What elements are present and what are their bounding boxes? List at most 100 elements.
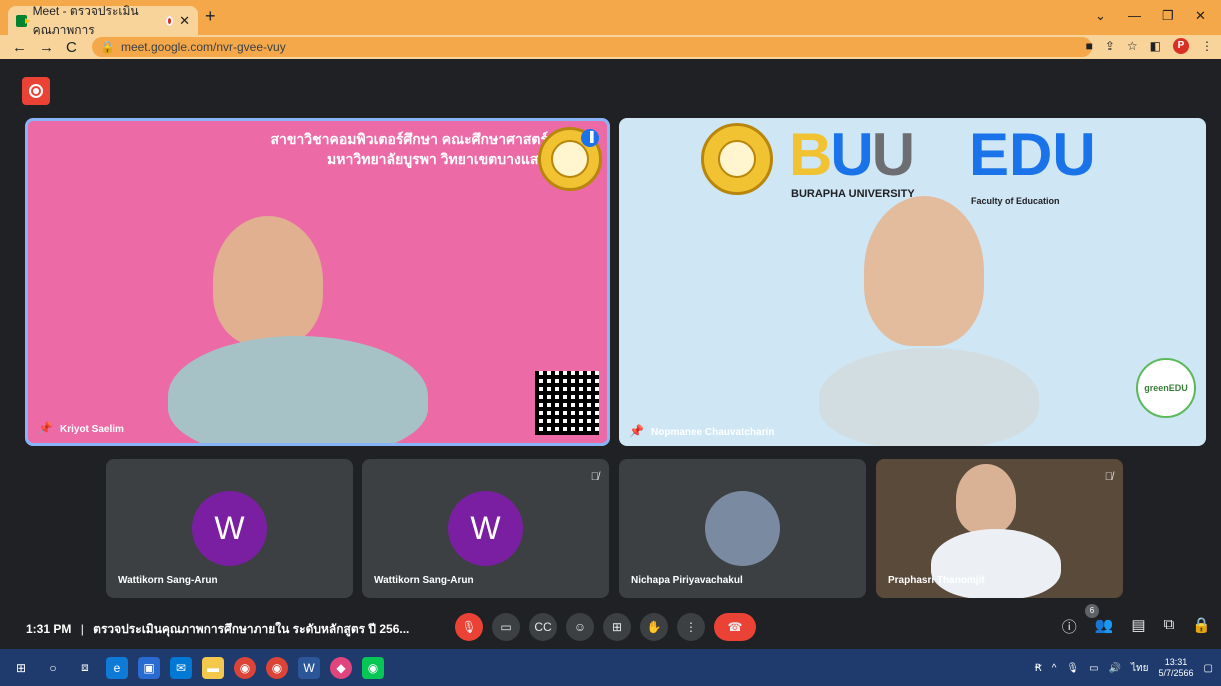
meeting-time: 1:31 PM: [26, 622, 72, 636]
qr-code: [535, 371, 599, 435]
close-window-button[interactable]: ✕: [1195, 8, 1206, 24]
minimize-button[interactable]: —: [1128, 8, 1141, 23]
lock-icon: 🔒: [100, 40, 115, 54]
camera-icon[interactable]: ■: [1086, 39, 1093, 53]
present-button[interactable]: ⊞: [603, 613, 631, 641]
end-call-button[interactable]: ☎: [714, 613, 756, 641]
avatar: W: [448, 491, 523, 566]
store-icon[interactable]: ▣: [138, 656, 160, 679]
tab-search-icon[interactable]: ⌄: [1095, 8, 1106, 24]
paint-icon[interactable]: ◆: [330, 656, 352, 679]
meeting-info: 1:31 PM | ตรวจประเมินคุณภาพการศึกษาภายใน…: [26, 620, 409, 639]
participant-tile[interactable]: Nichapa Piriyavachakul: [619, 459, 866, 598]
people-icon[interactable]: 👥: [1095, 616, 1114, 637]
participant-body: [931, 529, 1061, 598]
profile-avatar[interactable]: P: [1173, 38, 1189, 54]
sidepanel-icon[interactable]: ◧: [1150, 39, 1161, 53]
meet-stage: สาขาวิชาคอมพิวเตอร์ศึกษา คณะศึกษาศาสตร์ …: [0, 59, 1221, 649]
mic-tray-icon[interactable]: 🎙: [1066, 663, 1079, 674]
reload-icon[interactable]: C: [66, 39, 77, 56]
buu-logo: BUU: [789, 121, 915, 188]
people-tray-icon[interactable]: Ꞧ: [1035, 663, 1042, 674]
language-indicator[interactable]: ไทย: [1131, 661, 1148, 676]
new-tab-button[interactable]: +: [205, 6, 216, 27]
folder-icon[interactable]: ▬: [202, 656, 224, 679]
tab-title: Meet - ตรวจประเมินคุณภาพการ: [32, 3, 139, 37]
emoji-button[interactable]: ☺: [566, 613, 594, 641]
video-tile-kriyot[interactable]: สาขาวิชาคอมพิวเตอร์ศึกษา คณะศึกษาศาสตร์ …: [25, 118, 610, 446]
participant-name: Wattikorn Sang-Arun: [374, 575, 474, 586]
volume-icon[interactable]: 🔊: [1109, 663, 1121, 674]
participant-name: Nopmanee Chauvatcharin: [651, 427, 775, 438]
participant-name: Praphasri Thanomjit: [888, 575, 985, 586]
avatar: W: [192, 491, 267, 566]
browser-tab[interactable]: Meet - ตรวจประเมินคุณภาพการ ✕: [8, 4, 198, 37]
url-field[interactable]: 🔒 meet.google.com/nvr-gvee-vuy: [92, 37, 1092, 57]
participant-body: [819, 348, 1039, 446]
line-icon[interactable]: ◉: [362, 656, 384, 679]
record-icon: [29, 84, 43, 98]
close-tab-icon[interactable]: ✕: [179, 13, 190, 29]
pin-icon[interactable]: 📌: [629, 424, 644, 438]
participant-tile[interactable]: W Wattikorn Sang-Arun: [106, 459, 353, 598]
system-tray: Ꞧ ^ 🎙 ▭ 🔊 ไทย 13:31 5/7/2566 ▢: [1035, 657, 1213, 679]
speaking-indicator-icon: ▐: [581, 129, 599, 147]
burapha-seal-icon: [701, 123, 773, 195]
participant-tile[interactable]: 🎙̸ W Wattikorn Sang-Arun: [362, 459, 609, 598]
buu-subtitle: BURAPHA UNIVERSITY: [791, 188, 915, 200]
activities-icon[interactable]: ⧉: [1164, 616, 1175, 637]
search-icon[interactable]: ○: [42, 657, 64, 679]
restore-button[interactable]: ❐: [1162, 8, 1174, 24]
back-icon[interactable]: ←: [12, 39, 27, 56]
meeting-controls: 1:31 PM | ตรวจประเมินคุณภาพการศึกษาภายใน…: [0, 604, 1221, 648]
windows-taskbar: ⊞ ○ ⧈ e ▣ ✉ ▬ ◉ ◉ W ◆ ◉ Ꞧ ^ 🎙 ▭ 🔊 ไทย 13…: [0, 649, 1221, 686]
menu-icon[interactable]: ⋮: [1201, 39, 1213, 53]
muted-icon: 🎙̸: [590, 471, 599, 483]
pin-icon[interactable]: 📌: [38, 421, 53, 435]
chevron-up-icon[interactable]: ^: [1052, 663, 1057, 674]
forward-icon[interactable]: →: [39, 39, 54, 56]
address-bar-row: ← → C 🔒 meet.google.com/nvr-gvee-vuy ■ ⇪…: [0, 35, 1221, 59]
captions-button[interactable]: CC: [529, 613, 557, 641]
info-icon[interactable]: ⓘ: [1062, 616, 1077, 637]
participant-name: Wattikorn Sang-Arun: [118, 575, 218, 586]
recording-indicator-icon: [165, 15, 174, 26]
participant-count-badge: 6: [1085, 604, 1099, 618]
avatar: [705, 491, 780, 566]
participant-face: [213, 216, 323, 346]
participant-name: Kriyot Saelim: [60, 424, 124, 435]
task-view-icon[interactable]: ⧈: [74, 657, 96, 679]
browser-titlebar: Meet - ตรวจประเมินคุณภาพการ ✕ + ⌄ — ❐ ✕: [0, 0, 1221, 37]
green-edu-logo: greenEDU: [1136, 358, 1196, 418]
meet-favicon-icon: [16, 14, 30, 27]
faculty-label: Faculty of Education: [971, 196, 1060, 206]
start-icon[interactable]: ⊞: [10, 657, 32, 679]
participant-body: [168, 336, 428, 443]
host-controls-icon[interactable]: 🔒: [1192, 616, 1211, 637]
more-options-button[interactable]: ⋮: [677, 613, 705, 641]
participant-face: [956, 464, 1016, 534]
share-icon[interactable]: ⇪: [1105, 39, 1115, 53]
word-icon[interactable]: W: [298, 656, 320, 679]
camera-button[interactable]: ▭: [492, 613, 520, 641]
separator: |: [80, 622, 84, 636]
mic-off-button[interactable]: 🎙: [455, 613, 483, 641]
meeting-title: ตรวจประเมินคุณภาพการศึกษาภายใน ระดับหลัก…: [93, 622, 410, 636]
raise-hand-button[interactable]: ✋: [640, 613, 668, 641]
mail-icon[interactable]: ✉: [170, 656, 192, 679]
participant-name: Nichapa Piriyavachakul: [631, 575, 743, 586]
recording-button[interactable]: [22, 77, 50, 105]
banner-text: สาขาวิชาคอมพิวเตอร์ศึกษา คณะศึกษาศาสตร์ …: [270, 131, 548, 167]
url-text: meet.google.com/nvr-gvee-vuy: [120, 40, 286, 54]
network-icon[interactable]: ▭: [1089, 663, 1098, 674]
participant-face: [864, 196, 984, 346]
clock[interactable]: 13:31 5/7/2566: [1159, 657, 1194, 679]
notifications-icon[interactable]: ▢: [1204, 663, 1213, 674]
video-tile-nopmanee[interactable]: BUU EDU BURAPHA UNIVERSITY Faculty of Ed…: [619, 118, 1206, 446]
participant-tile[interactable]: 🎙̸ Praphasri Thanomjit: [876, 459, 1123, 598]
chat-icon[interactable]: ▤: [1131, 616, 1145, 637]
chrome-profile-icon[interactable]: ◉: [266, 656, 288, 679]
bookmark-star-icon[interactable]: ☆: [1127, 39, 1138, 53]
chrome-icon[interactable]: ◉: [234, 656, 256, 679]
edge-icon[interactable]: e: [106, 656, 128, 679]
